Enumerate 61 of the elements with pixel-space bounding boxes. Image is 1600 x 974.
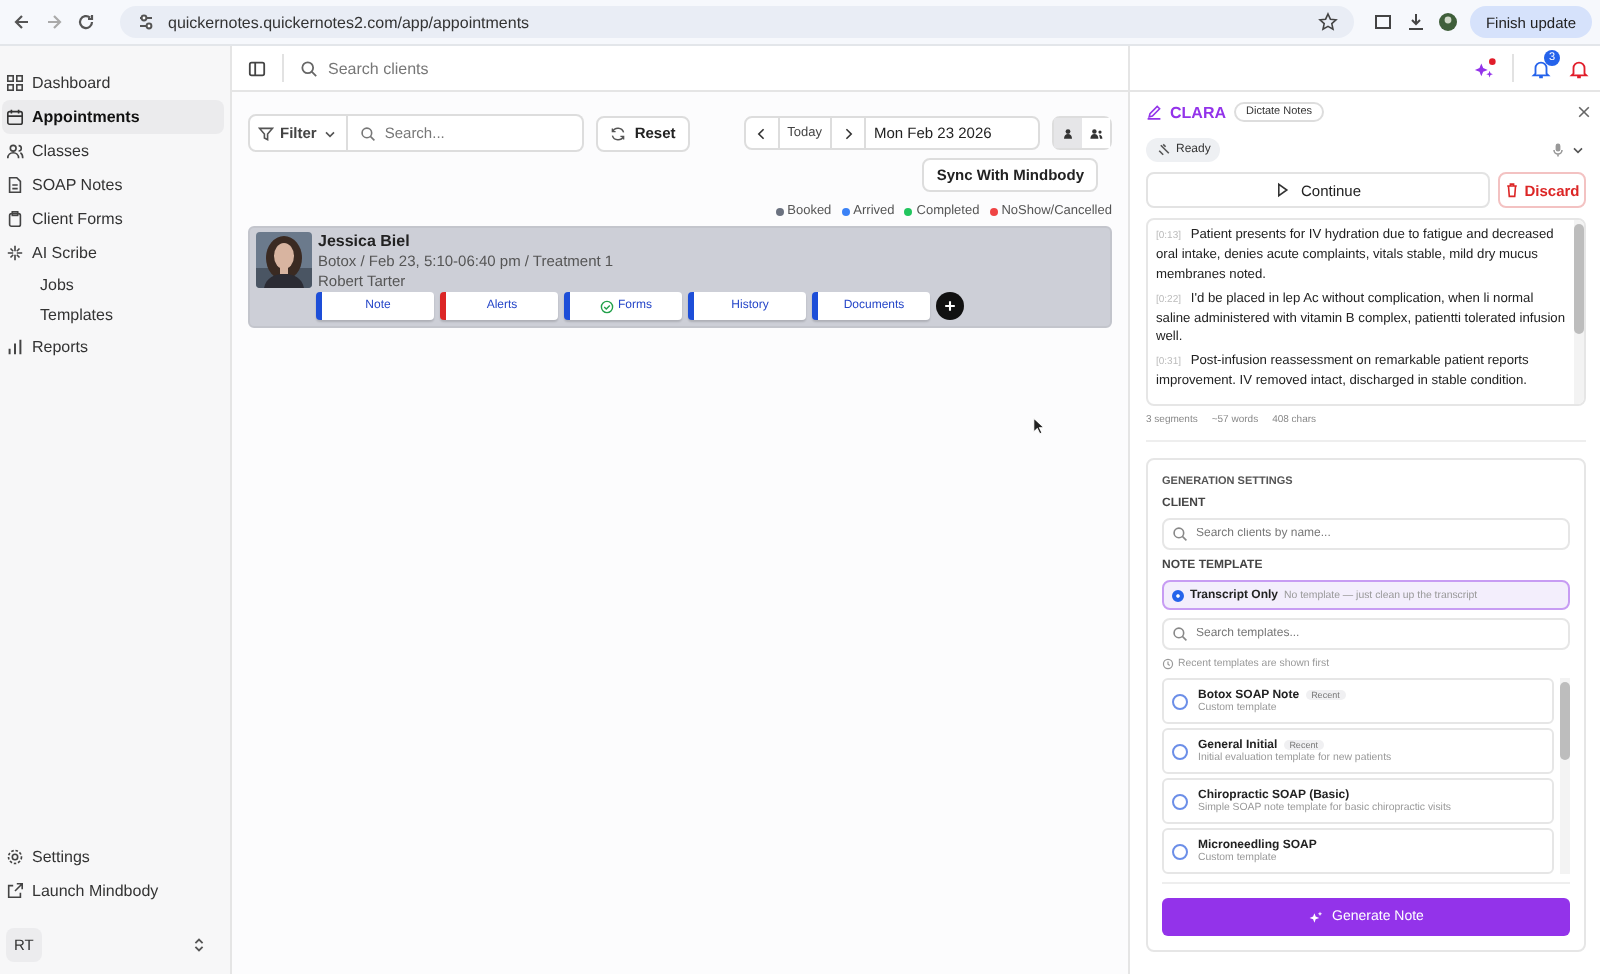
calendar-icon [6, 108, 24, 126]
scrollbar-thumb[interactable] [1560, 682, 1570, 761]
plus-icon [942, 298, 958, 314]
sidebar-item[interactable]: Classes [2, 134, 224, 168]
close-icon[interactable] [1576, 104, 1592, 120]
external-link-icon [6, 882, 24, 900]
address-bar[interactable]: quickernotes.quickernotes2.com/app/appointments [120, 6, 1354, 38]
single-view-button[interactable] [1054, 118, 1082, 148]
trash-icon [1504, 182, 1521, 198]
clipboard-icon [6, 210, 24, 228]
sidebar-item[interactable]: Settings [2, 840, 224, 874]
chevron-down-icon[interactable] [1570, 142, 1586, 158]
radio-button[interactable] [1172, 589, 1184, 601]
back-icon[interactable] [12, 12, 32, 32]
profile-avatar-icon[interactable] [1437, 12, 1458, 32]
sidebar-item[interactable]: Launch Mindbody [2, 874, 224, 908]
radio-button[interactable] [1172, 743, 1188, 759]
sparkle-icon [6, 244, 24, 262]
clock-icon [1162, 658, 1174, 670]
radio-button[interactable] [1172, 793, 1188, 809]
person-icon [1060, 125, 1076, 141]
radio-button[interactable] [1172, 843, 1188, 859]
sidebar-subitem[interactable]: Jobs [10, 270, 224, 300]
panel-title: CLARA [1170, 103, 1226, 121]
reload-icon[interactable] [76, 12, 96, 32]
sidebar-subitem[interactable]: Templates [10, 300, 224, 330]
client-search-field[interactable]: Search clients [328, 59, 528, 77]
grid-icon [6, 74, 24, 92]
play-icon [1274, 182, 1291, 198]
sidebar-item[interactable]: Dashboard [2, 66, 224, 100]
scrollbar-thumb[interactable] [1574, 224, 1584, 335]
refresh-icon [610, 125, 627, 141]
bell-icon[interactable] [1568, 57, 1590, 79]
site-settings-icon[interactable] [136, 12, 156, 32]
bell-icon[interactable] [1530, 57, 1552, 79]
sidebar-item[interactable]: Client Forms [2, 202, 224, 236]
sidebar-item[interactable]: Appointments [2, 100, 224, 134]
search-icon [300, 59, 318, 77]
search-icon [1172, 526, 1188, 542]
sparkle-icon[interactable] [1474, 57, 1496, 79]
add-button[interactable] [936, 292, 964, 320]
people-icon [6, 142, 24, 160]
settings-icon [6, 848, 24, 866]
filter-icon [258, 125, 274, 141]
radio-button[interactable] [1172, 693, 1188, 709]
star-icon[interactable] [1317, 12, 1338, 32]
sidebar-item[interactable]: SOAP Notes [2, 168, 224, 202]
chevron-updown-icon[interactable] [190, 936, 208, 954]
mouse-pointer-icon [1032, 416, 1046, 436]
pen-icon [1146, 104, 1162, 120]
sparkle-icon [1308, 909, 1325, 925]
document-icon [6, 176, 24, 194]
client-name: Jessica Biel [318, 232, 412, 250]
search-icon [360, 125, 377, 141]
sidebar-toggle-icon[interactable] [248, 59, 266, 77]
bar-chart-icon [6, 338, 24, 356]
sidebar-item[interactable]: AI Scribe [2, 236, 224, 270]
search-icon [1172, 626, 1188, 642]
download-icon[interactable] [1405, 12, 1426, 32]
sidebar-item[interactable]: Reports [2, 330, 224, 364]
people-icon [1088, 125, 1104, 141]
